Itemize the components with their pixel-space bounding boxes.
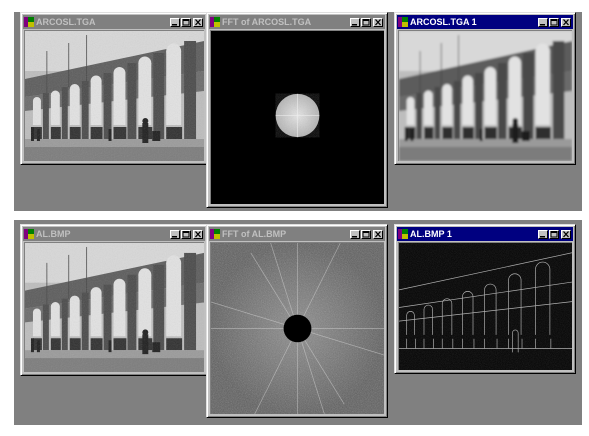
- close-icon[interactable]: [373, 229, 383, 239]
- window-titlebar[interactable]: FFT of ARCOSL.TGA: [209, 15, 385, 29]
- window-titlebar[interactable]: ARCOSL.TGA 1: [397, 15, 573, 29]
- window-titlebar[interactable]: AL.BMP: [23, 227, 205, 241]
- aqueduct-photo: [25, 31, 204, 161]
- app-icon: [398, 229, 408, 239]
- window-title: AL.BMP: [36, 229, 71, 239]
- image-window-al-filtered[interactable]: AL.BMP 1: [394, 224, 576, 374]
- close-icon[interactable]: [561, 17, 571, 27]
- window-title: ARCOSL.TGA: [36, 17, 96, 27]
- window-title: ARCOSL.TGA 1: [410, 17, 477, 27]
- minimize-icon[interactable]: [170, 17, 180, 27]
- minimize-icon[interactable]: [538, 229, 548, 239]
- maximize-icon[interactable]: [181, 229, 191, 239]
- fft-spectrum-highpass: [211, 243, 384, 414]
- app-icon: [24, 229, 34, 239]
- window-title: FFT of AL.BMP: [222, 229, 287, 239]
- app-icon: [398, 17, 408, 27]
- fft-canvas[interactable]: [210, 242, 384, 414]
- mdi-workspace-bottom: AL.BMP FFT of AL.BMP AL.BMP 1: [14, 220, 582, 425]
- close-icon[interactable]: [193, 229, 203, 239]
- fft-spectrum-lowpass: [211, 31, 384, 204]
- minimize-icon[interactable]: [350, 229, 360, 239]
- image-canvas[interactable]: [24, 30, 204, 161]
- close-icon[interactable]: [373, 17, 383, 27]
- maximize-icon[interactable]: [549, 229, 559, 239]
- aqueduct-photo-lowpass: [399, 31, 572, 161]
- app-icon: [210, 17, 220, 27]
- minimize-icon[interactable]: [538, 17, 548, 27]
- window-titlebar[interactable]: ARCOSL.TGA: [23, 15, 205, 29]
- image-window-arcosl[interactable]: ARCOSL.TGA: [20, 12, 208, 165]
- window-titlebar[interactable]: AL.BMP 1: [397, 227, 573, 241]
- maximize-icon[interactable]: [549, 17, 559, 27]
- aqueduct-edges: [399, 243, 572, 370]
- fft-window-arcosl[interactable]: FFT of ARCOSL.TGA: [206, 12, 388, 208]
- window-title: AL.BMP 1: [410, 229, 452, 239]
- fft-window-al[interactable]: FFT of AL.BMP: [206, 224, 388, 418]
- minimize-icon[interactable]: [170, 229, 180, 239]
- close-icon[interactable]: [561, 229, 571, 239]
- close-icon[interactable]: [193, 17, 203, 27]
- maximize-icon[interactable]: [361, 229, 371, 239]
- window-titlebar[interactable]: FFT of AL.BMP: [209, 227, 385, 241]
- app-icon: [210, 229, 220, 239]
- image-window-al[interactable]: AL.BMP: [20, 224, 208, 376]
- maximize-icon[interactable]: [361, 17, 371, 27]
- maximize-icon[interactable]: [181, 17, 191, 27]
- image-canvas[interactable]: [398, 30, 572, 161]
- app-icon: [24, 17, 34, 27]
- image-canvas[interactable]: [24, 242, 204, 372]
- window-title: FFT of ARCOSL.TGA: [222, 17, 312, 27]
- mdi-workspace-top: ARCOSL.TGA FFT of ARCOSL.TGA ARCOSL.TGA …: [14, 12, 582, 211]
- image-canvas[interactable]: [398, 242, 572, 370]
- aqueduct-photo: [25, 243, 204, 372]
- fft-canvas[interactable]: [210, 30, 384, 204]
- image-window-arcosl-filtered[interactable]: ARCOSL.TGA 1: [394, 12, 576, 165]
- minimize-icon[interactable]: [350, 17, 360, 27]
